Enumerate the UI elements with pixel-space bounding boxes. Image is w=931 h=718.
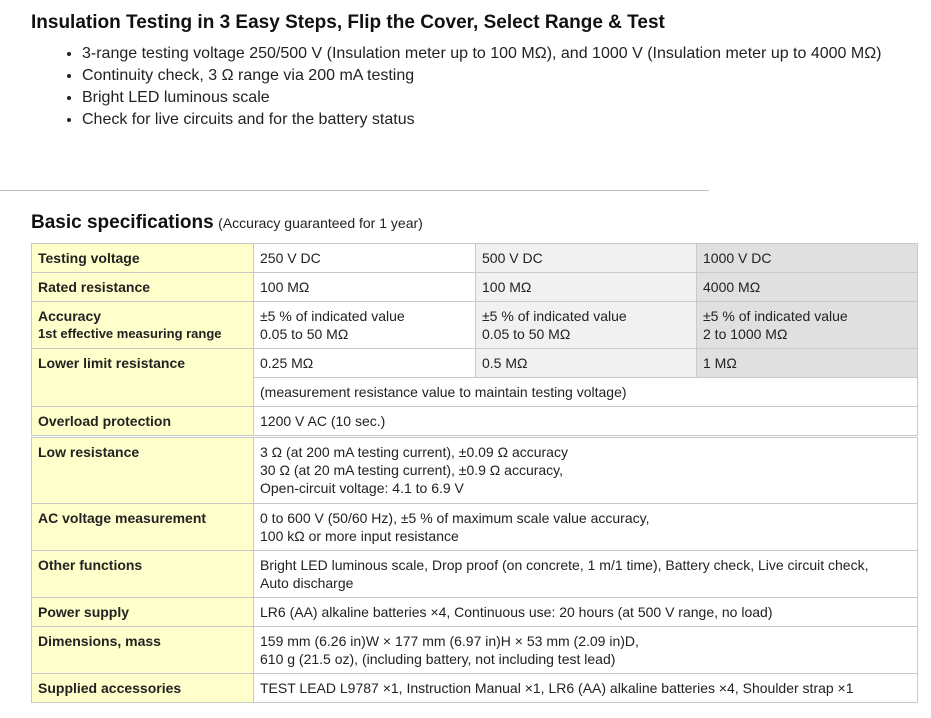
table-row: Lower limit resistance 0.25 MΩ 0.5 MΩ 1 … — [31, 348, 918, 407]
table-row: Overload protection 1200 V AC (10 sec.) — [31, 406, 918, 436]
cell-value: 500 V DC — [475, 243, 697, 273]
row-label: Lower limit resistance — [31, 348, 254, 407]
cell-value: 0 to 600 V (50/60 Hz), ±5 % of maximum s… — [253, 503, 918, 551]
page-heading: Insulation Testing in 3 Easy Steps, Flip… — [31, 12, 665, 33]
spec-table-voltage: Testing voltage 250 V DC 500 V DC 1000 V… — [31, 243, 918, 436]
table-row: AC voltage measurement 0 to 600 V (50/60… — [31, 503, 918, 551]
cell-line: 30 Ω (at 20 mA testing current), ±0.9 Ω … — [260, 462, 564, 478]
cell-line: 0.05 to 50 MΩ — [260, 326, 349, 342]
table-row: Accuracy 1st effective measuring range ±… — [31, 301, 918, 349]
row-label: Low resistance — [31, 437, 254, 504]
cell-value: ±5 % of indicated value 2 to 1000 MΩ — [696, 301, 918, 349]
row-label-main: Accuracy — [38, 308, 102, 324]
cell-note: (measurement resistance value to maintai… — [253, 377, 918, 407]
cell-value: ±5 % of indicated value 0.05 to 50 MΩ — [475, 301, 697, 349]
row-label: Dimensions, mass — [31, 626, 254, 674]
table-row: Power supply LR6 (AA) alkaline batteries… — [31, 597, 918, 627]
cell-value: 159 mm (6.26 in)W × 177 mm (6.97 in)H × … — [253, 626, 918, 674]
cell-line: 3 Ω (at 200 mA testing current), ±0.09 Ω… — [260, 444, 568, 460]
feature-item: Bright LED luminous scale — [82, 87, 922, 109]
cell-value: Bright LED luminous scale, Drop proof (o… — [253, 550, 918, 598]
spec-table-general: Low resistance 3 Ω (at 200 mA testing cu… — [31, 437, 918, 703]
feature-item: 3-range testing voltage 250/500 V (Insul… — [82, 43, 922, 65]
cell-value: ±5 % of indicated value 0.05 to 50 MΩ — [253, 301, 476, 349]
table-row: Supplied accessories TEST LEAD L9787 ×1,… — [31, 673, 918, 703]
spec-section-title: Basic specifications (Accuracy guarantee… — [31, 212, 423, 234]
feature-item: Check for live circuits and for the batt… — [82, 109, 922, 131]
cell-value: 3 Ω (at 200 mA testing current), ±0.09 Ω… — [253, 437, 918, 504]
cell-line: 610 g (21.5 oz), (including battery, not… — [260, 651, 616, 667]
cell-value: 0.25 MΩ — [253, 348, 476, 378]
cell-value: 250 V DC — [253, 243, 476, 273]
row-label: Rated resistance — [31, 272, 254, 302]
cell-value: 4000 MΩ — [696, 272, 918, 302]
cell-line: Open-circuit voltage: 4.1 to 6.9 V — [260, 480, 464, 496]
cell-value: TEST LEAD L9787 ×1, Instruction Manual ×… — [253, 673, 918, 703]
feature-list: 3-range testing voltage 250/500 V (Insul… — [62, 43, 922, 131]
row-label: Overload protection — [31, 406, 254, 436]
table-row: Dimensions, mass 159 mm (6.26 in)W × 177… — [31, 626, 918, 674]
row-label: Supplied accessories — [31, 673, 254, 703]
cell-line: ±5 % of indicated value — [260, 308, 405, 324]
cell-line: ±5 % of indicated value — [703, 308, 848, 324]
row-label-sub: 1st effective measuring range — [38, 326, 222, 341]
cell-line: ±5 % of indicated value — [482, 308, 627, 324]
table-row: Rated resistance 100 MΩ 100 MΩ 4000 MΩ — [31, 272, 918, 302]
cell-value: 100 MΩ — [253, 272, 476, 302]
cell-line: Bright LED luminous scale, Drop proof (o… — [260, 557, 869, 573]
row-label: Accuracy 1st effective measuring range — [31, 301, 254, 349]
row-label: Testing voltage — [31, 243, 254, 273]
row-label: AC voltage measurement — [31, 503, 254, 551]
section-divider — [0, 190, 709, 191]
table-row: Low resistance 3 Ω (at 200 mA testing cu… — [31, 437, 918, 504]
spec-title: Basic specifications — [31, 212, 214, 233]
cell-value: LR6 (AA) alkaline batteries ×4, Continuo… — [253, 597, 918, 627]
cell-line: 0.05 to 50 MΩ — [482, 326, 571, 342]
table-row: Other functions Bright LED luminous scal… — [31, 550, 918, 598]
cell-line: Auto discharge — [260, 575, 354, 591]
cell-value: 1200 V AC (10 sec.) — [253, 406, 918, 436]
cell-line: 0 to 600 V (50/60 Hz), ±5 % of maximum s… — [260, 510, 650, 526]
table-row: Testing voltage 250 V DC 500 V DC 1000 V… — [31, 243, 918, 273]
row-label: Power supply — [31, 597, 254, 627]
cell-line: 2 to 1000 MΩ — [703, 326, 788, 342]
spec-note: (Accuracy guaranteed for 1 year) — [218, 215, 423, 231]
cell-line: 159 mm (6.26 in)W × 177 mm (6.97 in)H × … — [260, 633, 639, 649]
feature-item: Continuity check, 3 Ω range via 200 mA t… — [82, 65, 922, 87]
cell-value: 1 MΩ — [696, 348, 918, 378]
cell-line: 100 kΩ or more input resistance — [260, 528, 459, 544]
cell-value: 1000 V DC — [696, 243, 918, 273]
cell-value: 100 MΩ — [475, 272, 697, 302]
row-label: Other functions — [31, 550, 254, 598]
cell-value: 0.5 MΩ — [475, 348, 697, 378]
